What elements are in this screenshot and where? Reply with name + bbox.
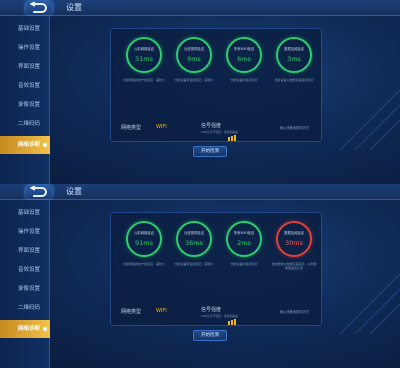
settings-panel-1: 设置 基础设置 操作设置 界面设置 音效设置 录像设置 二维码码 网络诊断 以前… [0,0,400,184]
gauge-bandwidth-latency: 比较宽带延迟 9ms 当前设备带宽的延迟，需较小 [171,37,217,82]
top-bar: 设置 [0,0,400,16]
network-type-label: 网络类型 [121,125,142,131]
gauge-value: 9ms [187,55,201,63]
sidebar-item-controls[interactable]: 操作设置 [0,39,50,57]
gauge-desc: 当前数据以数据及其延迟，以判断数据是否正常 [271,262,317,270]
gauge-ring: 比较宽带延迟 9ms [176,37,212,73]
gauge-label: 比较宽带延迟 [184,47,204,51]
back-arrow-icon [30,186,47,197]
network-type-value: WIFI [156,124,167,130]
sidebar-item-sound[interactable]: 音效设置 [0,261,50,279]
network-info-row: 网络类型 WIFI 信号强度 WIFI信号不稳定，请靠近路由 确认设备网络的状况 [121,122,317,141]
active-indicator-icon [43,327,47,331]
gauge-ring: 所有WIFI延迟 6ms [226,37,262,73]
gauge-label: 以前网络延迟 [134,231,154,235]
gauge-label: 所有WIFI延迟 [233,231,255,235]
decorative-lines [340,273,400,334]
sidebar-item-recording[interactable]: 录像设置 [0,280,50,298]
sidebar: 基础设置 操作设置 界面设置 音效设置 录像设置 二维码码 网络诊断 [0,16,50,184]
sidebar-item-controls[interactable]: 操作设置 [0,223,50,241]
gauge-ring-warning: 数据及其延迟 30ms [276,221,312,257]
gauge-ring: 比较宽带延迟 36ms [176,221,212,257]
gauge-bandwidth-latency: 比较宽带延迟 36ms 当前设备带宽的延迟，需较小 [171,221,217,266]
sidebar-item-qrcode[interactable]: 二维码码 [0,299,50,317]
gauge-label: 以前网络延迟 [134,47,154,51]
gauge-ring: 以前网络延迟 91ms [126,221,162,257]
gauge-data-latency: 数据及其延迟 3ms 当前设备以数据及其延迟情况 [271,37,317,82]
gauge-label: 数据及其延迟 [284,47,304,51]
back-button[interactable] [26,185,52,199]
sidebar-item-label: 网络诊断 [18,326,41,332]
sidebar-item-qrcode[interactable]: 二维码码 [0,115,50,133]
gauge-value: 31ms [135,55,153,63]
network-type-value: WIFI [156,308,167,314]
sidebar-item-sound[interactable]: 音效设置 [0,77,50,95]
diagnosis-card: 以前网络延迟 91ms 当前网络的到宁的延迟，需较小 比较宽带延迟 36ms 当… [110,212,322,326]
gauge-desc: 当前设备带宽的延迟，需较小 [174,78,214,82]
start-detection-button[interactable]: 开始检测 [193,146,227,157]
gauge-wifi-latency: 所有WIFI延迟 6ms 当前设备的延迟情况 [221,37,267,82]
page-title: 设置 [66,187,82,196]
gauge-network-latency: 以前网络延迟 91ms 当前网络的到宁的延迟，需较小 [121,221,167,266]
gauge-desc: 当前设备的延迟情况 [230,262,258,266]
sidebar-item-network-diagnosis[interactable]: 网络诊断 [0,320,50,338]
back-arrow-icon [30,2,47,13]
signal-note: WIFI信号不稳定，请靠近路由 [201,130,238,134]
network-desc: 确认设备网络的状况 [280,310,309,314]
diagnosis-card: 以前网络延迟 31ms 当前网络的到宁的延迟，需较小 比较宽带延迟 9ms 当前… [110,28,322,142]
network-info-row: 网络类型 WIFI 信号强度 WIFI信号不稳定，请靠近路由 确认设备网络的状况 [121,306,317,325]
gauge-wifi-latency: 所有WIFI延迟 2ms 当前设备的延迟情况 [221,221,267,266]
gauge-desc: 当前网络的到宁的延迟，需较小 [122,78,165,82]
decorative-lines [340,89,400,150]
sidebar-item-label: 网络诊断 [18,142,41,148]
gauge-value: 36ms [185,239,203,247]
gauge-value: 2ms [237,239,251,247]
sidebar: 基础设置 操作设置 界面设置 音效设置 录像设置 二维码码 网络诊断 [0,200,50,368]
signal-strength-label: 信号强度 [201,123,222,129]
gauge-label: 数据及其延迟 [284,231,304,235]
gauge-desc: 当前设备的延迟情况 [230,78,258,82]
sidebar-item-network-diagnosis[interactable]: 网络诊断 [0,136,50,154]
sidebar-item-interface[interactable]: 界面设置 [0,242,50,260]
gauge-desc: 当前网络的到宁的延迟，需较小 [122,262,165,266]
gauge-ring: 数据及其延迟 3ms [276,37,312,73]
gauge-ring: 所有WIFI延迟 2ms [226,221,262,257]
page-title: 设置 [66,3,82,12]
gauge-value: 30ms [285,239,303,247]
sidebar-item-basic[interactable]: 基础设置 [0,204,50,222]
gauge-value: 6ms [237,55,251,63]
gauge-network-latency: 以前网络延迟 31ms 当前网络的到宁的延迟，需较小 [121,37,167,82]
sidebar-item-interface[interactable]: 界面设置 [0,58,50,76]
active-indicator-icon [43,143,47,147]
sidebar-item-basic[interactable]: 基础设置 [0,20,50,38]
gauge-value: 91ms [135,239,153,247]
network-desc: 确认设备网络的状况 [280,126,309,130]
gauge-data-latency: 数据及其延迟 30ms 当前数据以数据及其延迟，以判断数据是否正常 [271,221,317,270]
sidebar-item-recording[interactable]: 录像设置 [0,96,50,114]
signal-note: WIFI信号不稳定，请靠近路由 [201,314,238,318]
network-type-label: 网络类型 [121,309,142,315]
top-bar: 设置 [0,184,400,200]
signal-strength-label: 信号强度 [201,307,222,313]
gauge-ring: 以前网络延迟 31ms [126,37,162,73]
settings-panel-2: 设置 基础设置 操作设置 界面设置 音效设置 录像设置 二维码码 网络诊断 以前… [0,184,400,368]
gauge-desc: 当前设备带宽的延迟，需较小 [174,262,214,266]
gauge-label: 所有WIFI延迟 [233,47,255,51]
back-button[interactable] [26,1,52,15]
gauge-value: 3ms [287,55,301,63]
start-detection-button[interactable]: 开始检测 [193,330,227,341]
gauge-label: 比较宽带延迟 [184,231,204,235]
gauge-desc: 当前设备以数据及其延迟情况 [274,78,314,82]
